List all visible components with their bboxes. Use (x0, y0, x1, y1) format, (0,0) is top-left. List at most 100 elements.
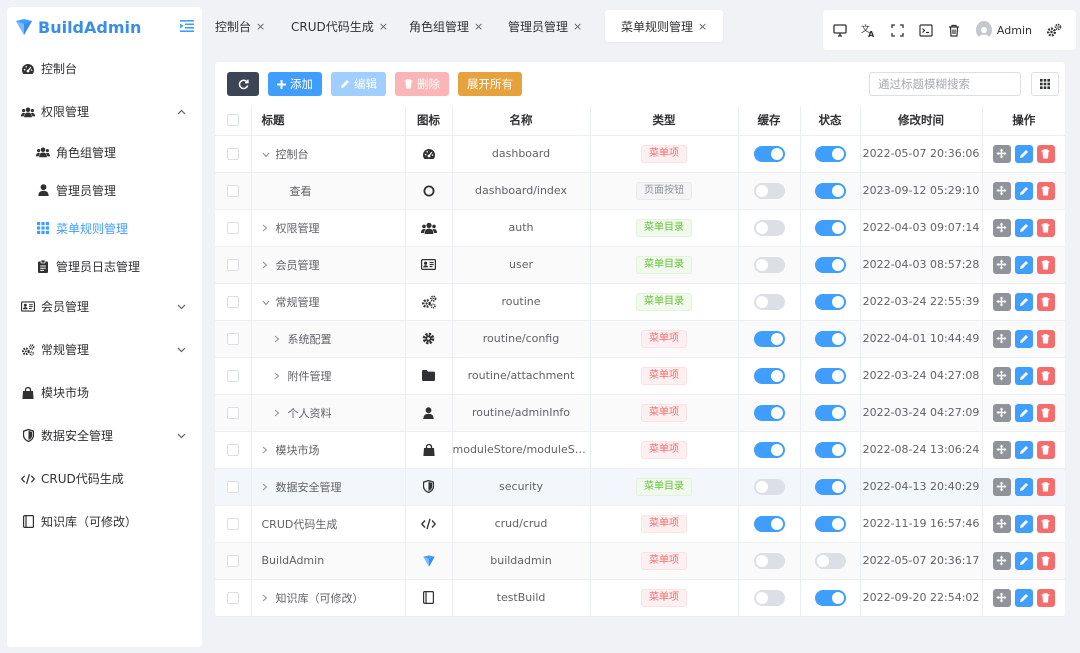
refresh-button[interactable] (227, 72, 259, 96)
row-edit-button[interactable] (1014, 440, 1033, 459)
row-checkbox[interactable] (226, 443, 239, 456)
table-row[interactable]: 查看 dashboard/index 页面按钮 2023-09-12 05:29:10 (215, 172, 1065, 210)
user-name[interactable]: Admin (997, 24, 1032, 37)
drag-button[interactable] (992, 329, 1011, 348)
sidebar-item[interactable]: 菜单规则管理 (7, 209, 202, 247)
row-checkbox[interactable] (226, 480, 239, 493)
row-edit-button[interactable] (1014, 477, 1033, 496)
row-delete-button[interactable] (1036, 255, 1055, 274)
drag-button[interactable] (992, 551, 1011, 570)
row-edit-button[interactable] (1014, 144, 1033, 163)
chevron-down-icon[interactable] (262, 148, 276, 161)
row-delete-button[interactable] (1036, 477, 1055, 496)
terminal-icon[interactable] (919, 22, 933, 38)
row-checkbox[interactable] (226, 554, 239, 567)
row-edit-button[interactable] (1014, 181, 1033, 200)
cache-switch[interactable] (753, 182, 785, 199)
table-row[interactable]: 知识库（可修改） testBuild 菜单项 2022-09-20 22:54:02 (215, 579, 1065, 617)
sidebar-item[interactable]: CRUD代码生成 (7, 457, 202, 500)
table-row[interactable]: 会员管理 user 菜单目录 2022-04-03 08:57:28 (215, 246, 1065, 284)
chevron-down-icon[interactable] (262, 296, 276, 309)
table-row[interactable]: 权限管理 auth 菜单目录 2022-04-03 09:07:14 (215, 209, 1065, 247)
row-edit-button[interactable] (1014, 292, 1033, 311)
table-row[interactable]: 模块市场 moduleStore/moduleSt… 菜单项 2022-08-24 1… (215, 431, 1065, 469)
chevron-right-icon[interactable] (262, 444, 276, 457)
tab[interactable]: 菜单规则管理 × (605, 10, 724, 42)
row-checkbox[interactable] (226, 369, 239, 382)
edit-button[interactable]: 编辑 (331, 72, 386, 96)
translate-icon[interactable]: 文A (861, 22, 876, 38)
row-delete-button[interactable] (1036, 551, 1055, 570)
cache-switch[interactable] (753, 404, 785, 421)
close-icon[interactable]: × (698, 20, 707, 33)
cache-switch[interactable] (753, 293, 785, 310)
row-delete-button[interactable] (1036, 144, 1055, 163)
chevron-right-icon[interactable] (274, 407, 288, 420)
tab[interactable]: 控制台 × (215, 10, 265, 42)
row-delete-button[interactable] (1036, 218, 1055, 237)
row-delete-button[interactable] (1036, 588, 1055, 607)
cache-switch[interactable] (753, 145, 785, 162)
select-all-checkbox[interactable] (226, 114, 239, 127)
drag-button[interactable] (992, 514, 1011, 533)
row-edit-button[interactable] (1014, 588, 1033, 607)
table-row[interactable]: 常规管理 routine 菜单目录 2022-03-24 22:55:39 (215, 283, 1065, 321)
tab[interactable]: 角色组管理 × (409, 10, 483, 42)
table-row[interactable]: 附件管理 routine/attachment 菜单项 2022-03-24 04:2… (215, 357, 1065, 395)
status-switch[interactable] (814, 145, 846, 162)
drag-button[interactable] (992, 292, 1011, 311)
expand-all-button[interactable]: 展开所有 (458, 72, 522, 96)
close-icon[interactable]: × (379, 20, 388, 33)
chevron-right-icon[interactable] (262, 259, 276, 272)
row-edit-button[interactable] (1014, 218, 1033, 237)
status-switch[interactable] (814, 293, 846, 310)
settings-icon[interactable] (1046, 22, 1062, 38)
row-checkbox[interactable] (226, 221, 239, 234)
status-switch[interactable] (814, 256, 846, 273)
tab[interactable]: 管理员管理 × (508, 10, 582, 42)
row-edit-button[interactable] (1014, 514, 1033, 533)
drag-button[interactable] (992, 403, 1011, 422)
delete-button[interactable]: 删除 (395, 72, 449, 96)
status-switch[interactable] (814, 330, 846, 347)
drag-button[interactable] (992, 144, 1011, 163)
sidebar-item[interactable]: 管理员日志管理 (7, 247, 202, 285)
table-row[interactable]: 控制台 dashboard 菜单项 2022-05-07 20:36:06 (215, 135, 1065, 173)
chevron-right-icon[interactable] (262, 481, 276, 494)
status-switch[interactable] (814, 478, 846, 495)
search-input[interactable] (869, 72, 1021, 96)
cache-switch[interactable] (753, 256, 785, 273)
close-icon[interactable]: × (256, 20, 265, 33)
chevron-right-icon[interactable] (262, 222, 276, 235)
cache-switch[interactable] (753, 552, 785, 569)
row-edit-button[interactable] (1014, 329, 1033, 348)
status-switch[interactable] (814, 441, 846, 458)
row-checkbox[interactable] (226, 258, 239, 271)
row-checkbox[interactable] (226, 332, 239, 345)
row-checkbox[interactable] (226, 295, 239, 308)
table-row[interactable]: 数据安全管理 security 菜单目录 2022-04-13 20:40:29 (215, 468, 1065, 506)
row-checkbox[interactable] (226, 406, 239, 419)
cache-switch[interactable] (753, 441, 785, 458)
sidebar-item[interactable]: 知识库（可修改） (7, 500, 202, 543)
add-button[interactable]: 添加 (268, 72, 322, 96)
row-edit-button[interactable] (1014, 255, 1033, 274)
close-icon[interactable]: × (573, 20, 582, 33)
status-switch[interactable] (814, 589, 846, 606)
tab[interactable]: CRUD代码生成 × (291, 10, 388, 42)
row-checkbox[interactable] (226, 591, 239, 604)
table-row[interactable]: 系统配置 routine/config 菜单项 2022-04-01 10:44:49 (215, 320, 1065, 358)
monitor-icon[interactable] (833, 22, 847, 38)
sidebar-item[interactable]: 会员管理 (7, 285, 202, 328)
row-delete-button[interactable] (1036, 514, 1055, 533)
chevron-right-icon[interactable] (274, 333, 288, 346)
drag-button[interactable] (992, 218, 1011, 237)
row-edit-button[interactable] (1014, 366, 1033, 385)
status-switch[interactable] (814, 404, 846, 421)
sidebar-item[interactable]: 数据安全管理 (7, 414, 202, 457)
avatar[interactable] (975, 21, 992, 39)
status-switch[interactable] (814, 182, 846, 199)
drag-button[interactable] (992, 366, 1011, 385)
table-row[interactable]: CRUD代码生成 crud/crud 菜单项 2022-11-19 16:57:46 (215, 505, 1065, 543)
row-delete-button[interactable] (1036, 403, 1055, 422)
